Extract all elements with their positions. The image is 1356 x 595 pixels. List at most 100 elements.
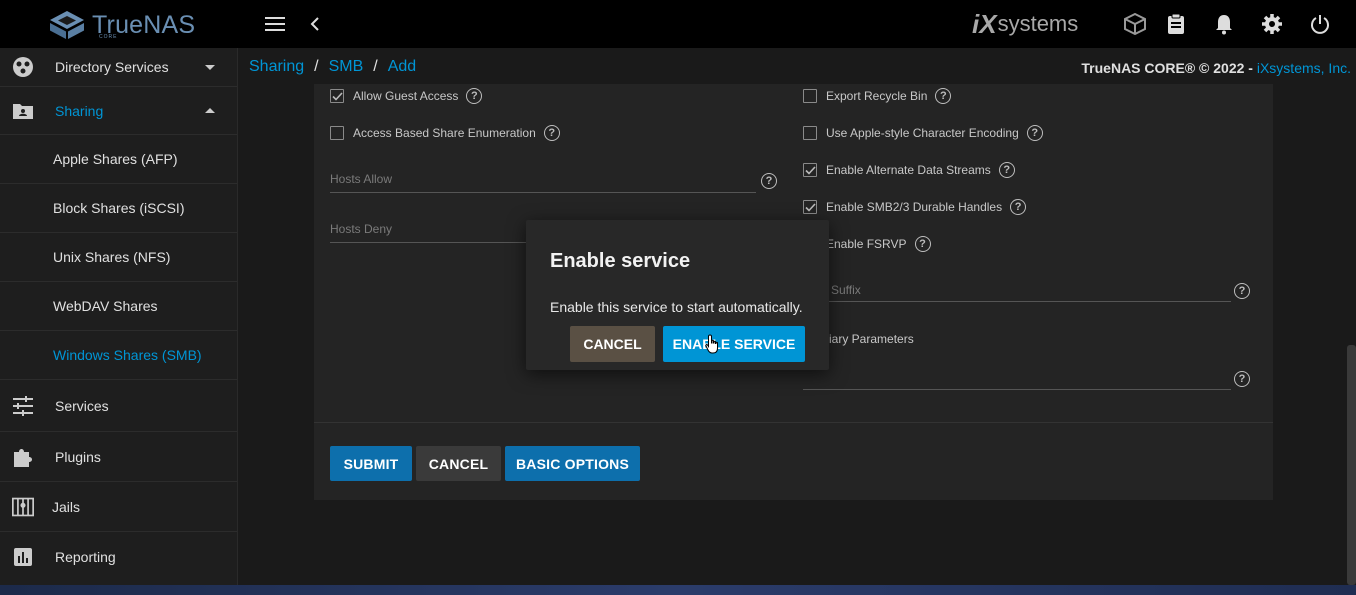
checkbox-checked-icon — [803, 163, 817, 177]
desktop-strip — [0, 585, 1356, 595]
path-suffix-underline — [803, 301, 1231, 302]
copyright-text: TrueNAS CORE® © 2022 - — [1081, 60, 1257, 76]
cancel-button[interactable]: CANCEL — [416, 446, 501, 481]
jail-icon — [12, 496, 34, 518]
basic-options-button[interactable]: BASIC OPTIONS — [505, 446, 640, 481]
hosts-deny-field[interactable]: Hosts Deny — [330, 222, 392, 236]
settings-gear-icon[interactable] — [1260, 12, 1284, 36]
sidebar-item-label: Directory Services — [55, 59, 169, 75]
bar-chart-icon — [12, 546, 34, 568]
power-icon[interactable] — [1308, 12, 1332, 36]
help-icon[interactable]: ? — [914, 236, 931, 252]
breadcrumb-separator: / — [373, 58, 378, 75]
checkbox-allow-guest-access[interactable]: Allow Guest Access ? — [330, 88, 483, 104]
menu-icon[interactable] — [263, 12, 287, 36]
help-icon[interactable]: ? — [1026, 125, 1043, 141]
auxiliary-parameters-underline[interactable] — [803, 389, 1231, 390]
help-icon[interactable]: ? — [1234, 371, 1250, 387]
sidebar-item-label: Plugins — [55, 448, 101, 465]
caret-up-icon — [205, 107, 215, 113]
sidebar-item-services[interactable]: Services — [0, 381, 237, 431]
breadcrumb-add[interactable]: Add — [388, 58, 416, 76]
tune-icon — [12, 395, 34, 417]
checkbox-label: Allow Guest Access — [353, 89, 459, 103]
ix-logo-text: systems — [997, 11, 1079, 36]
hosts-allow-field[interactable]: Hosts Allow — [330, 172, 392, 186]
sidebar-item-sharing[interactable]: Sharing — [0, 87, 237, 134]
puzzle-icon — [12, 446, 34, 468]
sidebar-item-windows-shares[interactable]: Windows Shares (SMB) — [0, 331, 237, 380]
form-divider — [314, 422, 1273, 423]
help-icon[interactable]: ? — [998, 162, 1015, 178]
sidebar-item-block-shares[interactable]: Block Shares (iSCSI) — [0, 184, 237, 233]
sidebar-subitem-label: WebDAV Shares — [53, 298, 158, 314]
checkbox-label: Use Apple-style Character Encoding — [826, 126, 1019, 140]
dialog-title: Enable service — [550, 250, 691, 272]
checkbox-label: Enable Alternate Data Streams — [826, 163, 991, 177]
breadcrumb-smb[interactable]: SMB — [329, 58, 364, 76]
submit-button[interactable]: SUBMIT — [330, 446, 412, 481]
sidebar-item-jails[interactable]: Jails — [0, 482, 237, 531]
checkbox-apple-style-encoding[interactable]: Use Apple-style Character Encoding ? — [803, 125, 1043, 141]
help-icon[interactable]: ? — [761, 173, 777, 189]
truecommand-icon[interactable] — [1123, 12, 1147, 36]
checkbox-checked-icon — [803, 200, 817, 214]
checkbox-label: Export Recycle Bin — [826, 89, 928, 103]
breadcrumb: Sharing / SMB / Add — [249, 58, 416, 76]
copyright: TrueNAS CORE® © 2022 - iXsystems, Inc. — [1081, 60, 1351, 76]
hosts-deny-underline — [330, 242, 526, 243]
sidebar-subitem-label: Windows Shares (SMB) — [53, 347, 202, 363]
notifications-bell-icon[interactable] — [1212, 12, 1236, 36]
checkbox-checked-icon — [330, 89, 344, 103]
top-bar: TrueNAS CORE iX systems — [0, 0, 1356, 48]
chevron-left-icon[interactable] — [303, 12, 327, 36]
sidebar-item-reporting[interactable]: Reporting — [0, 532, 237, 581]
checkbox-unchecked-icon — [803, 126, 817, 140]
checkbox-export-recycle-bin[interactable]: Export Recycle Bin ? — [803, 88, 952, 104]
ixsystems-link[interactable]: iXsystems, Inc. — [1257, 60, 1351, 76]
hand-cursor-icon — [705, 334, 718, 354]
checkbox-access-based-share-enumeration[interactable]: Access Based Share Enumeration ? — [330, 125, 560, 141]
caret-down-icon — [205, 65, 215, 70]
auxiliary-parameters-label: iary Parameters — [829, 332, 914, 346]
help-icon[interactable]: ? — [935, 88, 952, 104]
dialog-cancel-button[interactable]: CANCEL — [570, 326, 655, 362]
help-icon[interactable]: ? — [466, 88, 483, 104]
help-icon[interactable]: ? — [543, 125, 560, 141]
breadcrumb-sharing[interactable]: Sharing — [249, 58, 304, 76]
truenas-logo[interactable]: TrueNAS — [48, 8, 195, 42]
sidebar-item-apple-shares[interactable]: Apple Shares (AFP) — [0, 135, 237, 184]
help-icon[interactable]: ? — [1234, 283, 1250, 299]
clipboard-icon[interactable] — [1164, 12, 1188, 36]
checkbox-label: Enable SMB2/3 Durable Handles — [826, 200, 1003, 214]
sidebar-item-label: Sharing — [55, 102, 104, 119]
sharing-folder-icon — [12, 100, 34, 122]
ixsystems-logo: iX systems — [972, 8, 1079, 39]
checkbox-alternate-data-streams[interactable]: Enable Alternate Data Streams ? — [803, 162, 1015, 178]
sidebar-item-webdav-shares[interactable]: WebDAV Shares — [0, 282, 237, 331]
sidebar-item-directory-services[interactable]: Directory Services — [0, 48, 237, 86]
sidebar-subitem-label: Apple Shares (AFP) — [53, 151, 178, 167]
sidebar-item-label: Reporting — [55, 548, 116, 565]
enable-service-dialog: Enable service Enable this service to st… — [526, 220, 829, 370]
scrollbar[interactable] — [1347, 345, 1356, 585]
hosts-allow-underline — [330, 192, 756, 193]
checkbox-durable-handles[interactable]: Enable SMB2/3 Durable Handles ? — [803, 199, 1027, 215]
sidebar-item-unix-shares[interactable]: Unix Shares (NFS) — [0, 233, 237, 282]
path-suffix-field[interactable]: Suffix — [831, 283, 861, 297]
logo-subtitle: CORE — [99, 34, 118, 40]
truenas-logo-icon — [50, 11, 84, 39]
enable-service-button[interactable]: ENABLE SERVICE — [663, 326, 805, 362]
checkbox-unchecked-icon — [803, 89, 817, 103]
checkbox-unchecked-icon — [330, 126, 344, 140]
checkbox-label: Enable FSRVP — [826, 237, 907, 251]
sidebar-item-plugins[interactable]: Plugins — [0, 432, 237, 481]
sidebar: Directory Services Sharing Apple Shares … — [0, 48, 238, 585]
dialog-message: Enable this service to start automatical… — [550, 299, 803, 315]
help-icon[interactable]: ? — [1010, 199, 1027, 215]
ix-logo-mark: iX — [972, 8, 997, 39]
directory-services-icon — [12, 56, 34, 78]
checkbox-label: Access Based Share Enumeration — [353, 126, 536, 140]
breadcrumb-separator: / — [314, 58, 319, 75]
sidebar-subitem-label: Block Shares (iSCSI) — [53, 200, 185, 216]
